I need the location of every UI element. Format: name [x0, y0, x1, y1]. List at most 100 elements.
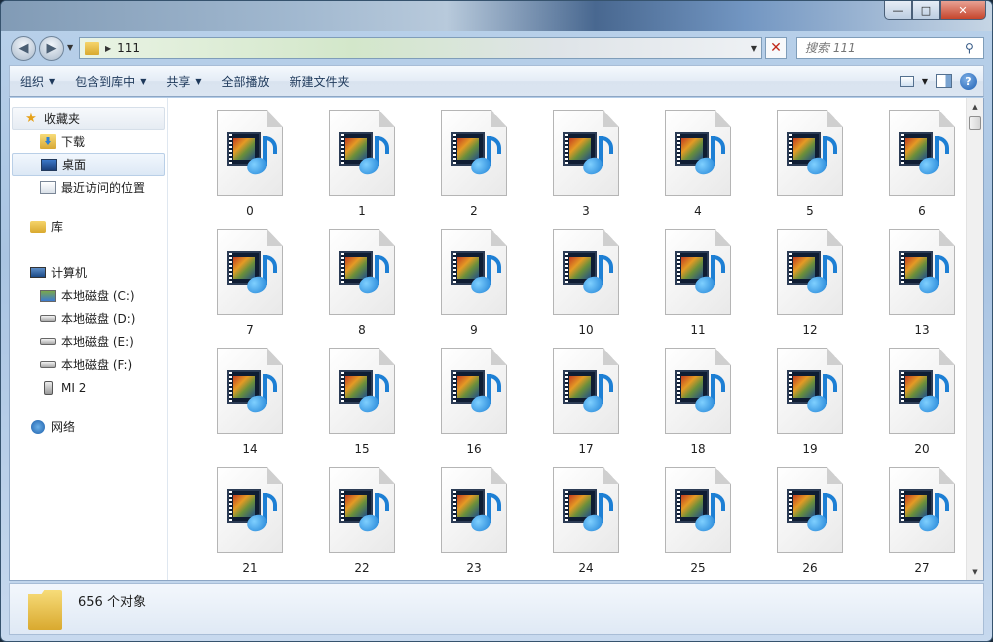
- help-icon[interactable]: ?: [960, 72, 977, 90]
- sidebar-item-desktop[interactable]: 桌面: [12, 153, 165, 176]
- file-item[interactable]: 14: [194, 348, 306, 467]
- chevron-down-icon: ▼: [140, 76, 147, 86]
- media-file-icon: [441, 229, 507, 315]
- media-file-icon: [217, 348, 283, 434]
- file-item[interactable]: 25: [642, 467, 754, 580]
- file-item[interactable]: 23: [418, 467, 530, 580]
- sidebar-item-drive-c[interactable]: 本地磁盘 (C:): [10, 284, 167, 307]
- breadcrumb-item[interactable]: 111: [117, 41, 140, 55]
- file-item[interactable]: 16: [418, 348, 530, 467]
- file-item[interactable]: 27: [866, 467, 966, 580]
- file-name: 4: [694, 204, 702, 218]
- file-item[interactable]: 20: [866, 348, 966, 467]
- file-item[interactable]: 12: [754, 229, 866, 348]
- search-input[interactable]: [805, 41, 965, 55]
- view-options-dropdown[interactable]: ▼: [922, 77, 928, 86]
- sidebar-item-drive-d[interactable]: 本地磁盘 (D:): [10, 307, 167, 330]
- file-item[interactable]: 8: [306, 229, 418, 348]
- file-name: 26: [802, 561, 818, 575]
- file-item[interactable]: 2: [418, 110, 530, 229]
- music-note-icon: [804, 136, 837, 177]
- file-name: 2: [470, 204, 478, 218]
- chevron-down-icon: ▼: [195, 76, 202, 86]
- file-item[interactable]: 1: [306, 110, 418, 229]
- file-item[interactable]: 4: [642, 110, 754, 229]
- file-item[interactable]: 11: [642, 229, 754, 348]
- file-list[interactable]: 0 1 2 3 4 5 6 7 8 9 10 11 12 13 14 15 16 17 18 19 20 21 22 23 24…: [169, 98, 966, 580]
- minimize-button[interactable]: —: [884, 1, 912, 20]
- file-item[interactable]: 13: [866, 229, 966, 348]
- search-box[interactable]: ⚲: [796, 37, 984, 59]
- back-button[interactable]: ◀: [11, 36, 36, 61]
- sidebar-favorites[interactable]: ★ 收藏夹: [12, 107, 165, 130]
- file-item[interactable]: 7: [194, 229, 306, 348]
- file-item[interactable]: 10: [530, 229, 642, 348]
- sidebar-item-downloads[interactable]: 下载: [10, 130, 167, 153]
- address-history-dropdown[interactable]: ▼: [751, 44, 757, 53]
- sidebar-item-label: 本地磁盘 (E:): [61, 335, 134, 349]
- share-button[interactable]: 共享 ▼: [156, 66, 211, 96]
- scroll-down-button[interactable]: ▼: [967, 563, 983, 580]
- preview-pane-icon[interactable]: [936, 74, 952, 88]
- file-item[interactable]: 21: [194, 467, 306, 580]
- file-item[interactable]: 3: [530, 110, 642, 229]
- music-note-icon: [916, 493, 949, 534]
- include-in-library-button[interactable]: 包含到库中 ▼: [65, 66, 156, 96]
- caption-buttons: — □ ✕: [884, 1, 986, 20]
- explorer-window: — □ ✕ ◀ ▶ ▼ ▶ 111 ▼ ✕ ⚲ 组织▼ 包含到库中▼ 共享▼ 全…: [0, 0, 993, 642]
- scroll-up-button[interactable]: ▲: [967, 98, 983, 115]
- forward-button[interactable]: ▶: [39, 36, 64, 61]
- file-item[interactable]: 22: [306, 467, 418, 580]
- file-item[interactable]: 9: [418, 229, 530, 348]
- file-item[interactable]: 24: [530, 467, 642, 580]
- title-bar[interactable]: [1, 1, 992, 31]
- chevron-down-icon: ▼: [49, 76, 56, 86]
- music-note-icon: [244, 255, 277, 296]
- media-file-icon: [889, 348, 955, 434]
- play-all-button[interactable]: 全部播放: [212, 66, 280, 96]
- file-name: 15: [354, 442, 370, 456]
- sidebar-item-drive-e[interactable]: 本地磁盘 (E:): [10, 330, 167, 353]
- breadcrumb-chevron-icon[interactable]: ▶: [105, 44, 111, 53]
- file-item[interactable]: 5: [754, 110, 866, 229]
- file-item[interactable]: 15: [306, 348, 418, 467]
- sidebar-item-drive-f[interactable]: 本地磁盘 (F:): [10, 353, 167, 376]
- music-note-icon: [244, 374, 277, 415]
- file-item[interactable]: 18: [642, 348, 754, 467]
- sidebar-network-label: 网络: [51, 420, 76, 434]
- view-options-icon[interactable]: [899, 75, 914, 87]
- music-note-icon: [692, 255, 725, 296]
- sidebar-item-recent-places[interactable]: 最近访问的位置: [10, 176, 167, 199]
- new-folder-button[interactable]: 新建文件夹: [280, 66, 360, 96]
- sidebar-item-label: 本地磁盘 (F:): [61, 358, 133, 372]
- organize-button[interactable]: 组织 ▼: [10, 66, 65, 96]
- sidebar-computer[interactable]: 计算机: [10, 261, 167, 284]
- address-bar[interactable]: ▶ 111 ▼: [79, 37, 762, 59]
- search-icon[interactable]: ⚲: [965, 41, 983, 55]
- file-name: 1: [358, 204, 366, 218]
- desktop-icon: [41, 158, 57, 171]
- file-name: 22: [354, 561, 370, 575]
- sidebar-network[interactable]: 网络: [10, 415, 167, 438]
- sidebar-libraries[interactable]: 库: [10, 215, 167, 238]
- close-button[interactable]: ✕: [940, 1, 986, 20]
- music-note-icon: [468, 136, 501, 177]
- stop-refresh-button[interactable]: ✕: [765, 37, 787, 59]
- music-note-icon: [356, 136, 389, 177]
- file-item[interactable]: 6: [866, 110, 966, 229]
- folder-icon: [28, 590, 62, 630]
- scroll-thumb[interactable]: [969, 116, 981, 130]
- file-item[interactable]: 0: [194, 110, 306, 229]
- file-name: 16: [466, 442, 482, 456]
- maximize-button[interactable]: □: [912, 1, 940, 20]
- recent-pages-dropdown[interactable]: ▼: [67, 43, 73, 52]
- file-name: 27: [914, 561, 930, 575]
- file-item[interactable]: 26: [754, 467, 866, 580]
- address-row: ◀ ▶ ▼ ▶ 111 ▼ ✕ ⚲: [1, 35, 992, 61]
- vertical-scrollbar[interactable]: ▲ ▼: [966, 98, 983, 580]
- music-note-icon: [692, 374, 725, 415]
- file-item[interactable]: 19: [754, 348, 866, 467]
- sidebar-item-mi2[interactable]: MI 2: [10, 376, 167, 399]
- command-bar: 组织 ▼ 包含到库中 ▼ 共享 ▼ 全部播放 新建文件夹 ▼ ?: [9, 65, 984, 97]
- file-item[interactable]: 17: [530, 348, 642, 467]
